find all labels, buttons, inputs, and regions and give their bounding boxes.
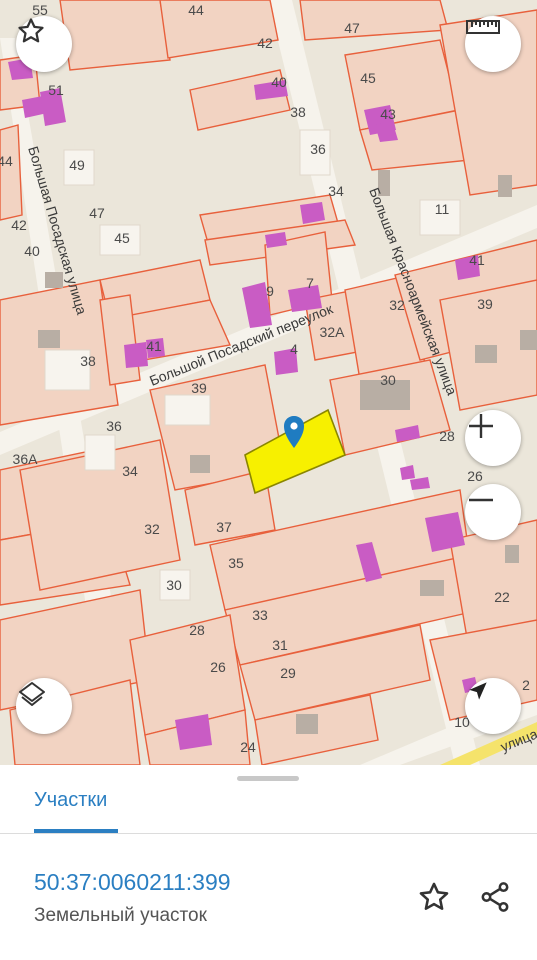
navigation-arrow-icon xyxy=(469,682,487,700)
star-outline-icon xyxy=(419,882,449,910)
bottom-sheet: Участки 50:37:0060211:399 Земельный учас… xyxy=(0,765,537,960)
map-view[interactable]: 55 44 42 40 38 36 34 47 45 43 11 51 49 47 45 44 42 40 41 39… xyxy=(0,0,537,765)
favorite-parcel-button[interactable] xyxy=(414,877,454,917)
layers-button[interactable] xyxy=(16,678,72,734)
divider xyxy=(0,833,537,834)
share-icon xyxy=(481,882,509,912)
map-canvas[interactable] xyxy=(0,0,537,765)
ruler-button[interactable] xyxy=(465,16,521,72)
ruler-icon xyxy=(466,20,500,34)
cadastral-number[interactable]: 50:37:0060211:399 xyxy=(34,869,231,896)
sheet-drag-handle[interactable] xyxy=(237,776,299,781)
minus-icon xyxy=(469,498,493,502)
star-outline-icon xyxy=(18,18,44,43)
layers-icon xyxy=(19,682,45,706)
plus-icon xyxy=(469,414,493,438)
zoom-out-button[interactable] xyxy=(465,484,521,540)
property-type: Земельный участок xyxy=(34,905,207,926)
tab-parcels[interactable]: Участки xyxy=(34,789,107,812)
favorite-map-button[interactable] xyxy=(16,16,72,72)
share-button[interactable] xyxy=(475,877,515,917)
my-location-button[interactable] xyxy=(465,678,521,734)
zoom-in-button[interactable] xyxy=(465,410,521,466)
